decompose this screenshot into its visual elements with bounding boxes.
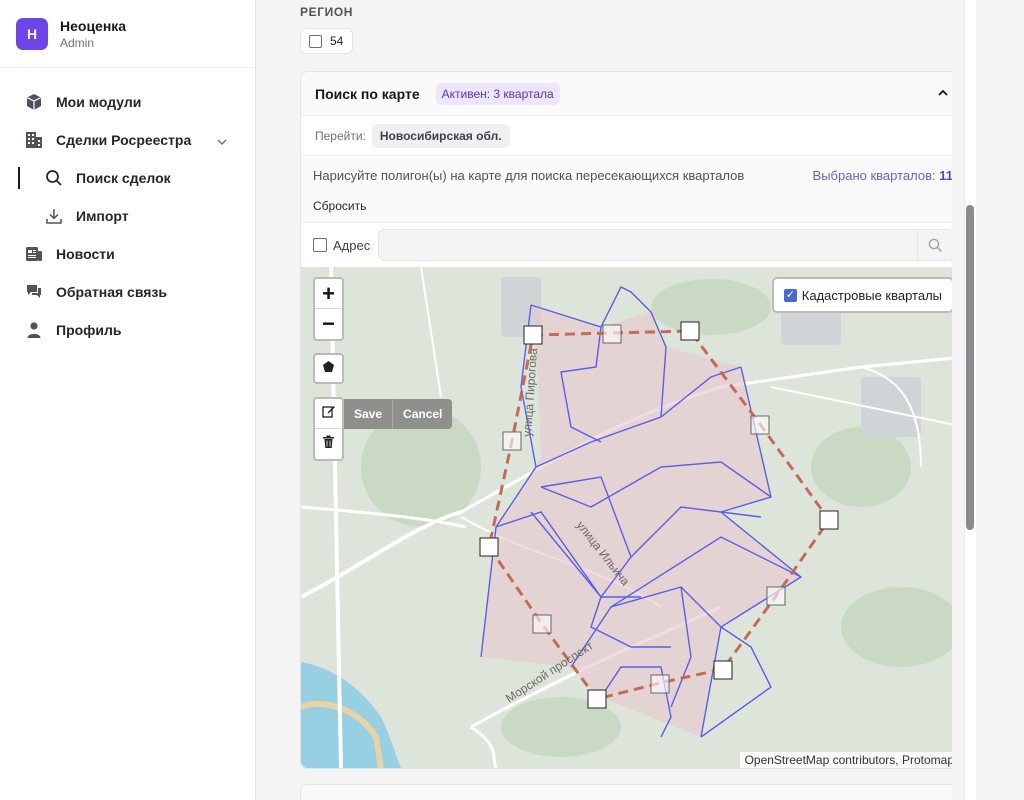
map-canvas[interactable]: улица Пирогова улица Ильича Морской прос…	[301, 267, 965, 768]
cancel-button[interactable]: Cancel	[393, 399, 453, 429]
selected-count-value: 11	[939, 168, 953, 183]
brand-text: Неоценка Admin	[60, 17, 126, 51]
goto-row: Перейти: Новосибирская обл.	[301, 116, 965, 156]
sidebar-item-profile[interactable]: Профиль	[0, 311, 255, 349]
sidebar-item-import[interactable]: Импорт	[0, 197, 255, 235]
region-label: РЕГИОН	[300, 5, 354, 19]
sidebar-item-label: Мои модули	[56, 94, 142, 110]
edit-tools	[313, 397, 344, 461]
cadastral-layer-toggle[interactable]: Кадастровые кварталы	[771, 277, 954, 313]
brand-role: Admin	[60, 35, 95, 50]
main-content: РЕГИОН 54 Поиск по карте Активен: 3 квар…	[256, 0, 988, 800]
zoom-control: + −	[313, 277, 344, 341]
save-button[interactable]: Save	[344, 399, 394, 429]
map-layer: улица Пирогова улица Ильича Морской прос…	[301, 267, 965, 768]
address-toggle[interactable]: Адрес	[313, 238, 370, 253]
building-icon	[24, 130, 44, 150]
sidebar-nav: Мои модули Сделки Росреестра Поиск сдело…	[0, 68, 255, 349]
sidebar: Н Неоценка Admin Мои модули Сделки Росре…	[0, 0, 256, 800]
map-attribution: OpenStreetMap contributors, Protomaps	[739, 752, 965, 768]
user-icon	[24, 320, 44, 340]
scrollbar[interactable]	[952, 0, 988, 800]
delete-layers-button[interactable]	[315, 429, 342, 459]
sidebar-item-label: Сделки Росреестра	[56, 132, 192, 148]
sidebar-item-rosreestr[interactable]: Сделки Росреестра	[0, 121, 255, 159]
next-panel	[300, 784, 966, 800]
edit-icon	[321, 404, 336, 423]
draw-polygon-button[interactable]	[313, 353, 344, 384]
pentagon-icon	[322, 360, 335, 378]
chevron-down-icon[interactable]	[217, 134, 227, 150]
trash-icon	[322, 435, 335, 454]
map-search-panel: Поиск по карте Активен: 3 квартала Перей…	[300, 71, 966, 769]
newspaper-icon	[24, 244, 44, 264]
edit-actions: Save Cancel	[344, 399, 453, 429]
scroll-thumb[interactable]	[966, 205, 974, 530]
region-option-54[interactable]: 54	[300, 28, 354, 54]
status-badge: Активен: 3 квартала	[435, 82, 560, 105]
search-icon	[44, 168, 64, 188]
feedback-icon	[24, 282, 44, 302]
sidebar-item-feedback[interactable]: Обратная связь	[0, 273, 255, 311]
cadastral-layer-checkbox[interactable]	[783, 288, 797, 302]
search-icon[interactable]	[917, 230, 953, 260]
brand: Н Неоценка Admin	[0, 0, 255, 68]
zoom-in-button[interactable]: +	[315, 279, 342, 309]
address-row: Адрес	[301, 223, 965, 267]
sidebar-item-label: Поиск сделок	[76, 170, 171, 186]
edit-layers-button[interactable]	[315, 399, 342, 429]
goto-label: Перейти:	[315, 128, 366, 143]
sidebar-item-modules[interactable]: Мои модули	[0, 83, 255, 121]
hint-row: Нарисуйте полигон(ы) на карте для поиска…	[301, 156, 965, 223]
zoom-out-button[interactable]: −	[315, 309, 342, 339]
avatar: Н	[16, 17, 48, 50]
sidebar-item-label: Профиль	[56, 322, 122, 338]
cadastral-layer-label: Кадастровые кварталы	[801, 287, 942, 303]
address-input[interactable]	[378, 229, 955, 261]
goto-region-button[interactable]: Новосибирская обл.	[371, 123, 510, 148]
region-checkbox[interactable]	[309, 34, 322, 48]
box-icon	[24, 92, 44, 112]
chevron-up-icon[interactable]	[937, 86, 949, 104]
selected-count: Выбрано кварталов: 11	[813, 168, 953, 183]
panel-title: Поиск по карте	[315, 85, 420, 102]
region-value: 54	[330, 34, 344, 48]
selected-count-label: Выбрано кварталов:	[812, 168, 936, 183]
sidebar-item-deal-search[interactable]: Поиск сделок	[0, 159, 255, 197]
sidebar-item-label: Обратная связь	[56, 284, 167, 300]
sidebar-item-label: Новости	[56, 246, 115, 262]
address-checkbox[interactable]	[313, 238, 327, 252]
map-search-header[interactable]: Поиск по карте Активен: 3 квартала	[301, 72, 965, 116]
sidebar-item-news[interactable]: Новости	[0, 235, 255, 273]
address-label: Адрес	[333, 237, 371, 253]
sidebar-item-label: Импорт	[76, 208, 129, 224]
reset-button[interactable]: Сбросить	[313, 199, 953, 213]
brand-name: Неоценка	[60, 17, 127, 34]
download-icon	[44, 206, 64, 226]
